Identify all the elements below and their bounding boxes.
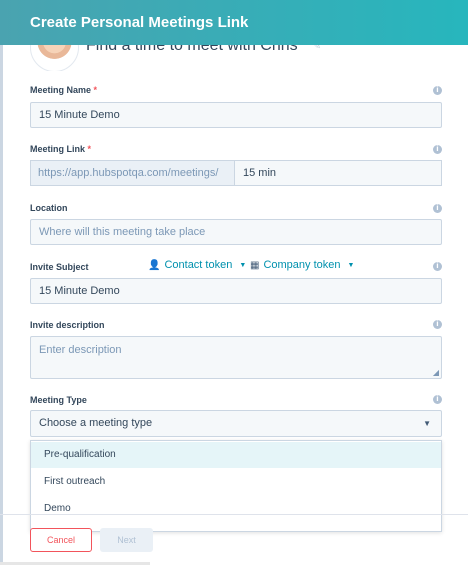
avatar bbox=[30, 45, 79, 71]
info-icon[interactable]: i bbox=[433, 395, 442, 404]
resize-handle-icon[interactable]: ◢ bbox=[433, 368, 439, 377]
info-icon[interactable]: i bbox=[433, 262, 442, 271]
meeting-link-slug-input[interactable]: 15 min bbox=[235, 160, 442, 186]
meeting-link-row: https://app.hubspotqa.com/meetings/ 15 m… bbox=[30, 160, 442, 186]
meeting-name-label: Meeting Name * bbox=[30, 85, 97, 95]
building-icon: ▦ bbox=[250, 259, 260, 271]
invite-subject-label: Invite Subject bbox=[30, 262, 89, 272]
invite-description-textarea[interactable]: Enter description ◢ bbox=[30, 336, 442, 379]
meeting-name-input[interactable]: 15 Minute Demo bbox=[30, 102, 442, 128]
meeting-type-selected: Choose a meeting type bbox=[39, 417, 153, 429]
info-icon[interactable]: i bbox=[433, 145, 442, 154]
dropdown-option-demo[interactable]: Demo bbox=[31, 496, 441, 522]
next-button[interactable]: Next bbox=[100, 528, 153, 552]
modal-title: Create Personal Meetings Link bbox=[30, 14, 249, 31]
modal-subhead: Find a time to meet with Chris ✎ bbox=[30, 45, 440, 71]
meeting-link-label: Meeting Link * bbox=[30, 144, 91, 154]
contact-token-dropdown[interactable]: 👤 Contact token ▼ bbox=[148, 259, 246, 271]
person-icon: 👤 bbox=[148, 259, 161, 271]
modal-left-edge bbox=[0, 45, 3, 565]
description-placeholder: Enter description bbox=[39, 344, 122, 356]
info-icon[interactable]: i bbox=[433, 86, 442, 95]
info-icon[interactable]: i bbox=[433, 204, 442, 213]
meeting-name-label-text: Meeting Name bbox=[30, 85, 92, 95]
company-token-label: Company token bbox=[263, 259, 341, 271]
footer-divider bbox=[0, 514, 468, 515]
meeting-type-select[interactable]: Choose a meeting type ▼ bbox=[30, 410, 442, 437]
caret-down-icon: ▼ bbox=[347, 261, 355, 269]
caret-down-icon: ▼ bbox=[423, 419, 431, 428]
company-token-dropdown[interactable]: ▦ Company token ▼ bbox=[250, 259, 354, 271]
pencil-icon[interactable]: ✎ bbox=[312, 45, 321, 52]
invite-subject-input[interactable]: 15 Minute Demo bbox=[30, 278, 442, 304]
location-input[interactable]: Where will this meeting take place bbox=[30, 219, 442, 245]
contact-token-label: Contact token bbox=[164, 259, 233, 271]
invite-description-label: Invite description bbox=[30, 320, 105, 330]
dropdown-option-pre-qualification[interactable]: Pre-qualification bbox=[31, 442, 441, 468]
meeting-type-label: Meeting Type bbox=[30, 395, 87, 405]
meeting-type-dropdown: Pre-qualification First outreach Demo bbox=[30, 440, 442, 532]
required-asterisk: * bbox=[93, 85, 98, 95]
meeting-link-label-text: Meeting Link bbox=[30, 144, 86, 154]
modal-header: Create Personal Meetings Link bbox=[0, 0, 468, 45]
cancel-button[interactable]: Cancel bbox=[30, 528, 92, 552]
caret-down-icon: ▼ bbox=[239, 261, 247, 269]
location-label: Location bbox=[30, 203, 68, 213]
info-icon[interactable]: i bbox=[433, 320, 442, 329]
meeting-link-url-prefix: https://app.hubspotqa.com/meetings/ bbox=[30, 160, 235, 186]
subhead-text: Find a time to meet with Chris bbox=[86, 45, 298, 54]
required-asterisk: * bbox=[87, 144, 92, 154]
dropdown-option-first-outreach[interactable]: First outreach bbox=[31, 469, 441, 495]
